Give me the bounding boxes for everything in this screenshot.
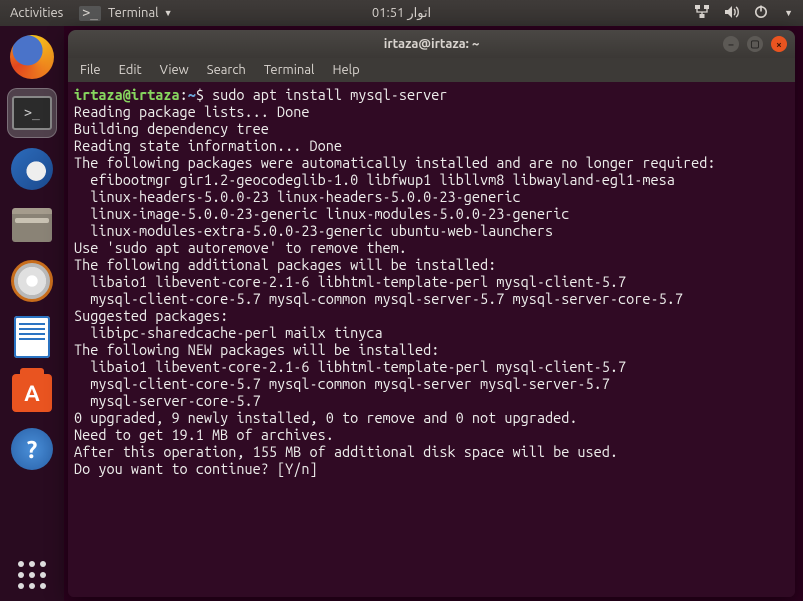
terminal-small-icon: >_ (79, 6, 101, 21)
menu-terminal[interactable]: Terminal (264, 63, 315, 77)
help-icon[interactable]: ? (7, 424, 57, 474)
terminal-window: irtaza@irtaza: ~ – ▢ × File Edit View Se… (68, 30, 795, 597)
dock: >_ A ? (0, 26, 64, 601)
rhythmbox-icon[interactable] (7, 256, 57, 306)
menubar: File Edit View Search Terminal Help (68, 58, 795, 82)
menu-help[interactable]: Help (332, 63, 359, 77)
show-applications-button[interactable] (7, 561, 57, 589)
terminal-content[interactable]: irtaza@irtaza:~$ sudo apt install mysql-… (68, 82, 795, 597)
chevron-down-icon: ▼ (784, 8, 793, 18)
terminal-icon[interactable]: >_ (7, 88, 57, 138)
close-button[interactable]: × (771, 36, 787, 52)
gnome-topbar: Activities >_ Terminal ▼ اتوار 01:51 ▼ (0, 0, 803, 26)
window-titlebar[interactable]: irtaza@irtaza: ~ – ▢ × (68, 30, 795, 58)
maximize-button[interactable]: ▢ (747, 36, 763, 52)
network-icon[interactable] (694, 5, 710, 22)
menu-file[interactable]: File (80, 63, 101, 77)
clock[interactable]: اتوار 01:51 (372, 6, 431, 21)
activities-button[interactable]: Activities (10, 6, 63, 20)
app-menu[interactable]: >_ Terminal ▼ (79, 6, 172, 21)
files-icon[interactable] (7, 200, 57, 250)
thunderbird-icon[interactable] (7, 144, 57, 194)
power-icon[interactable] (754, 5, 768, 22)
window-title: irtaza@irtaza: ~ (384, 37, 480, 51)
chevron-down-icon: ▼ (164, 8, 173, 18)
writer-icon[interactable] (7, 312, 57, 362)
software-icon[interactable]: A (7, 368, 57, 418)
minimize-button[interactable]: – (723, 36, 739, 52)
menu-view[interactable]: View (160, 63, 189, 77)
volume-icon[interactable] (724, 5, 740, 22)
firefox-icon[interactable] (7, 32, 57, 82)
menu-search[interactable]: Search (207, 63, 246, 77)
menu-edit[interactable]: Edit (119, 63, 142, 77)
